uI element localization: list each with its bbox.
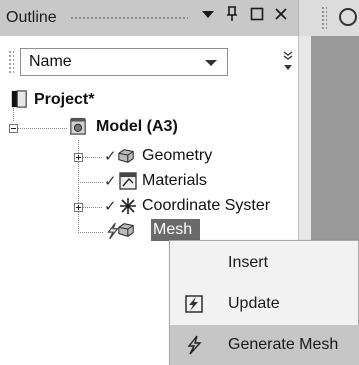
panel-title: Outline <box>6 9 57 26</box>
check-icon: ✓ <box>104 148 117 165</box>
graphics-toolbar <box>298 0 359 36</box>
outline-window: Outline Name Project* Model (A3) ✓ Geome… <box>0 0 359 365</box>
name-filter-select[interactable]: Name <box>20 48 228 76</box>
maximize-icon[interactable] <box>247 6 267 28</box>
coordinate-system-icon <box>120 198 136 214</box>
tree-item-label: Project* <box>34 91 95 108</box>
tree-item-label: Materials <box>142 172 207 189</box>
view-icon[interactable] <box>339 8 357 26</box>
chevron-down-icon <box>205 60 217 66</box>
toolbar-grip[interactable] <box>321 6 327 30</box>
menu-item-label: Generate Mesh <box>228 336 339 353</box>
tree-item-geometry[interactable]: ✓ Geometry <box>0 144 298 170</box>
dropdown-arrow-icon[interactable] <box>198 6 218 28</box>
drag-grip[interactable] <box>70 16 188 21</box>
tree-item-label: Model (A3) <box>96 118 178 135</box>
name-filter-value: Name <box>29 53 72 70</box>
mesh-icon <box>118 223 134 237</box>
close-icon[interactable] <box>271 6 291 28</box>
menu-item-label: Insert <box>228 254 269 271</box>
tree-item-materials[interactable]: ✓ Materials <box>0 169 298 195</box>
model-icon <box>70 117 86 135</box>
context-menu: Insert Update Generate Mesh <box>169 240 359 365</box>
tree-item-model[interactable]: Model (A3) <box>0 115 298 141</box>
pin-icon[interactable] <box>222 6 242 28</box>
update-icon <box>185 295 203 313</box>
menu-item-insert[interactable]: Insert <box>170 243 359 283</box>
geometry-icon <box>118 149 134 163</box>
menu-item-update[interactable]: Update <box>170 284 359 324</box>
tree-item-label: Mesh <box>153 221 193 238</box>
tree-item-project[interactable]: Project* <box>0 88 298 114</box>
tree-item-label: Geometry <box>142 147 213 164</box>
check-icon: ✓ <box>104 173 117 190</box>
expand-icon[interactable] <box>74 153 83 162</box>
tree-item-label: Coordinate Syster <box>142 197 271 214</box>
outline-title-bar[interactable]: Outline <box>0 0 298 37</box>
collapse-icon[interactable] <box>9 124 18 133</box>
lightning-icon <box>187 335 202 355</box>
outline-toolbar: Name <box>0 36 298 84</box>
toolbar-overflow-icon[interactable] <box>282 50 294 76</box>
toolbar-grip[interactable] <box>8 50 14 74</box>
menu-item-generate-mesh[interactable]: Generate Mesh <box>170 325 359 365</box>
check-icon: ✓ <box>104 198 117 215</box>
expand-icon[interactable] <box>74 203 83 212</box>
project-icon <box>11 90 27 108</box>
tree-item-coordinate-systems[interactable]: ✓ Coordinate Syster <box>0 194 298 220</box>
menu-item-label: Update <box>228 295 280 312</box>
materials-icon <box>119 172 137 190</box>
